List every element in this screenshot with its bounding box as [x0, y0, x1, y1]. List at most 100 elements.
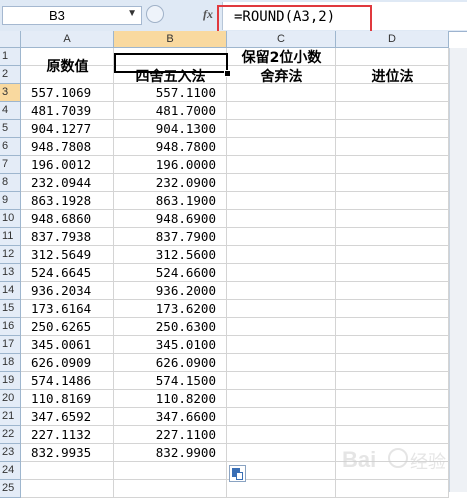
cell-c12[interactable]	[227, 246, 336, 264]
row-header[interactable]: 2	[0, 66, 21, 84]
fx-icon[interactable]: fx	[203, 7, 213, 22]
cell-b6[interactable]: 948.7800	[114, 138, 227, 156]
cell-a18[interactable]: 626.0909	[21, 354, 114, 372]
row-header[interactable]: 18	[0, 354, 21, 372]
cell-c9[interactable]	[227, 192, 336, 210]
cell-b14[interactable]: 936.2000	[114, 282, 227, 300]
row-header[interactable]: 6	[0, 138, 21, 156]
cell-c6[interactable]	[227, 138, 336, 156]
cell-a24[interactable]	[21, 462, 114, 480]
cell-c22[interactable]	[227, 426, 336, 444]
cell-d15[interactable]	[336, 300, 449, 318]
cell-c13[interactable]	[227, 264, 336, 282]
cell-c4[interactable]	[227, 102, 336, 120]
cell-c3[interactable]	[227, 84, 336, 102]
cell-c15[interactable]	[227, 300, 336, 318]
row-header[interactable]: 13	[0, 264, 21, 282]
cell-a20[interactable]: 110.8169	[21, 390, 114, 408]
cell-a17[interactable]: 345.0061	[21, 336, 114, 354]
row-header[interactable]: 12	[0, 246, 21, 264]
cell-c11[interactable]	[227, 228, 336, 246]
row-header[interactable]: 21	[0, 408, 21, 426]
row-header[interactable]: 20	[0, 390, 21, 408]
cell-d18[interactable]	[336, 354, 449, 372]
cell-b17[interactable]: 345.0100	[114, 336, 227, 354]
column-header-b[interactable]: B	[114, 31, 227, 48]
cell-b15[interactable]: 173.6200	[114, 300, 227, 318]
column-header-d[interactable]: D	[336, 31, 449, 48]
cell-d6[interactable]	[336, 138, 449, 156]
cell-c21[interactable]	[227, 408, 336, 426]
cell-d16[interactable]	[336, 318, 449, 336]
cell-d12[interactable]	[336, 246, 449, 264]
cell-c19[interactable]	[227, 372, 336, 390]
row-header[interactable]: 10	[0, 210, 21, 228]
row-header[interactable]: 17	[0, 336, 21, 354]
cell-a19[interactable]: 574.1486	[21, 372, 114, 390]
row-header[interactable]: 16	[0, 318, 21, 336]
cell-d14[interactable]	[336, 282, 449, 300]
cell-d9[interactable]	[336, 192, 449, 210]
fill-handle[interactable]	[224, 70, 231, 77]
cell-b16[interactable]: 250.6300	[114, 318, 227, 336]
row-header[interactable]: 9	[0, 192, 21, 210]
cell-d3[interactable]	[336, 84, 449, 102]
cell-c5[interactable]	[227, 120, 336, 138]
cell-a14[interactable]: 936.2034	[21, 282, 114, 300]
cell-b21[interactable]: 347.6600	[114, 408, 227, 426]
cell-a7[interactable]: 196.0012	[21, 156, 114, 174]
cell-d13[interactable]	[336, 264, 449, 282]
cell-b22[interactable]: 227.1100	[114, 426, 227, 444]
cell-b12[interactable]: 312.5600	[114, 246, 227, 264]
cell-d17[interactable]	[336, 336, 449, 354]
cell-b20[interactable]: 110.8200	[114, 390, 227, 408]
cell-a22[interactable]: 227.1132	[21, 426, 114, 444]
row-header[interactable]: 7	[0, 156, 21, 174]
cell-a10[interactable]: 948.6860	[21, 210, 114, 228]
cell-a9[interactable]: 863.1928	[21, 192, 114, 210]
cell-c17[interactable]	[227, 336, 336, 354]
chevron-down-icon[interactable]: ▼	[127, 8, 137, 19]
cell-a11[interactable]: 837.7938	[21, 228, 114, 246]
vertical-scrollbar[interactable]	[449, 48, 467, 492]
cell-c7[interactable]	[227, 156, 336, 174]
row-header[interactable]: 15	[0, 300, 21, 318]
paste-options-icon[interactable]	[229, 465, 246, 482]
cell-a16[interactable]: 250.6265	[21, 318, 114, 336]
cell-d10[interactable]	[336, 210, 449, 228]
column-header-a[interactable]: A	[21, 31, 114, 48]
cell-b8[interactable]: 232.0900	[114, 174, 227, 192]
cell-d20[interactable]	[336, 390, 449, 408]
cell-a6[interactable]: 948.7808	[21, 138, 114, 156]
cell-a25[interactable]	[21, 480, 114, 498]
cell-c16[interactable]	[227, 318, 336, 336]
cell-c10[interactable]	[227, 210, 336, 228]
cell-b11[interactable]: 837.7900	[114, 228, 227, 246]
cell-a21[interactable]: 347.6592	[21, 408, 114, 426]
row-header[interactable]: 8	[0, 174, 21, 192]
cell-a23[interactable]: 832.9935	[21, 444, 114, 462]
cell-b3[interactable]: 557.1100	[114, 84, 227, 102]
row-header[interactable]: 3	[0, 84, 21, 102]
row-header[interactable]: 19	[0, 372, 21, 390]
cell-b18[interactable]: 626.0900	[114, 354, 227, 372]
column-header-c[interactable]: C	[227, 31, 336, 48]
cell-d11[interactable]	[336, 228, 449, 246]
row-header[interactable]: 5	[0, 120, 21, 138]
cell-b4[interactable]: 481.7000	[114, 102, 227, 120]
row-header[interactable]: 23	[0, 444, 21, 462]
cell-b25[interactable]	[114, 480, 227, 498]
cell-a4[interactable]: 481.7039	[21, 102, 114, 120]
cell-a5[interactable]: 904.1277	[21, 120, 114, 138]
cell-b23[interactable]: 832.9900	[114, 444, 227, 462]
row-header[interactable]: 4	[0, 102, 21, 120]
cell-c8[interactable]	[227, 174, 336, 192]
cell-c20[interactable]	[227, 390, 336, 408]
cell-a8[interactable]: 232.0944	[21, 174, 114, 192]
cell-d7[interactable]	[336, 156, 449, 174]
formula-bar-toggle-icon[interactable]	[146, 5, 164, 23]
row-header[interactable]: 14	[0, 282, 21, 300]
row-header[interactable]: 22	[0, 426, 21, 444]
cell-b13[interactable]: 524.6600	[114, 264, 227, 282]
row-header[interactable]: 24	[0, 462, 21, 480]
